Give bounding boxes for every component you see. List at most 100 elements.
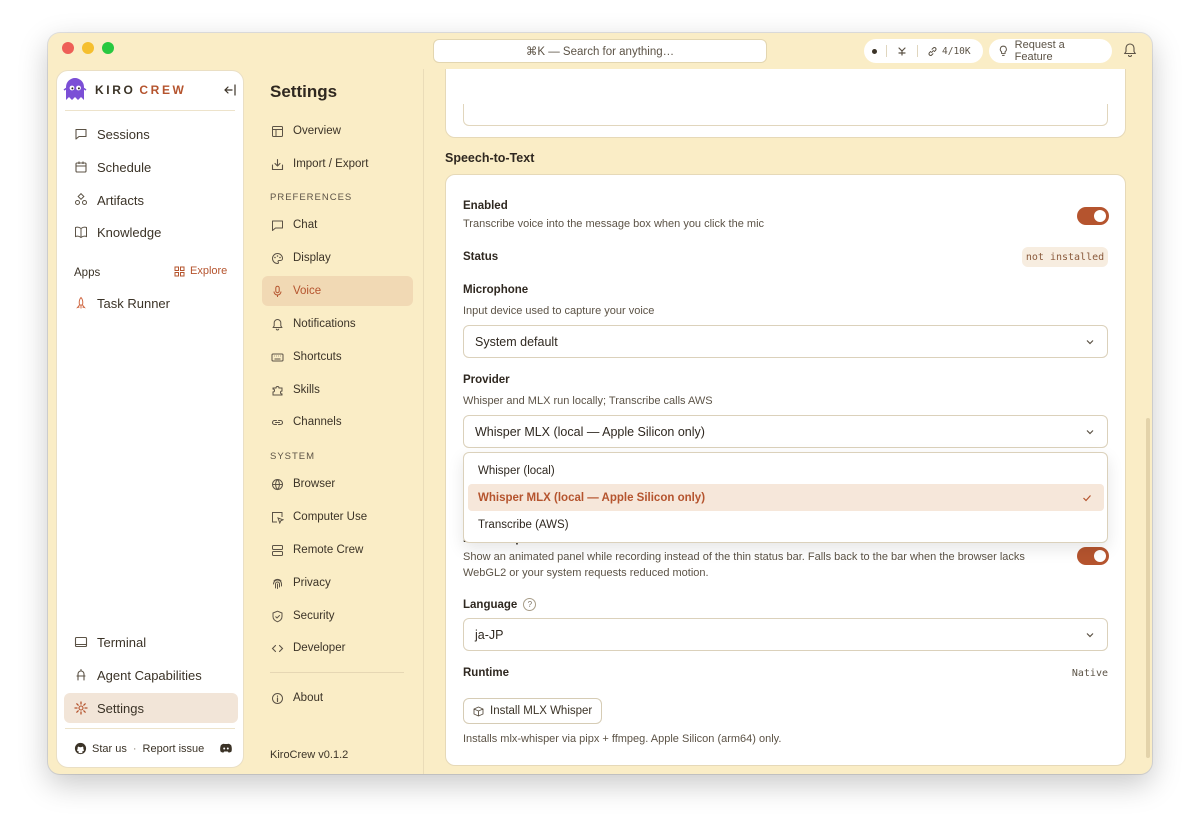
previous-settings-card xyxy=(445,69,1126,138)
cursor-box-icon xyxy=(272,511,284,524)
link-icon xyxy=(271,419,284,425)
language-label: Language? xyxy=(463,598,537,611)
agent-capabilities-icon xyxy=(76,668,86,681)
minimize-window-button[interactable] xyxy=(82,42,94,54)
nav-chat[interactable]: Chat xyxy=(262,210,413,240)
main-scrollbar[interactable] xyxy=(1146,418,1150,758)
kiro-logo-icon xyxy=(63,78,87,100)
nav-skills[interactable]: Skills xyxy=(262,375,413,405)
sidebar-item-sessions[interactable]: Sessions xyxy=(64,119,238,149)
collapse-sidebar-icon[interactable] xyxy=(223,83,237,97)
report-issue-link[interactable]: Report issue xyxy=(143,743,205,755)
settings-title: Settings xyxy=(270,82,338,101)
package-icon xyxy=(473,706,484,716)
nav-display[interactable]: Display xyxy=(262,243,413,273)
install-mlx-whisper-button[interactable]: Install MLX Whisper xyxy=(463,698,602,724)
microphone-select[interactable]: System default xyxy=(463,325,1108,358)
status-pill[interactable]: 4/10K xyxy=(864,39,983,63)
import-icon xyxy=(271,158,284,170)
global-search-input[interactable]: ⌘K — Search for anything… xyxy=(433,39,767,63)
shapes-icon xyxy=(75,193,87,205)
nav-privacy[interactable]: Privacy xyxy=(262,568,413,598)
nav-remote-crew[interactable]: Remote Crew xyxy=(262,535,413,565)
sidebar-item-terminal[interactable]: Terminal xyxy=(64,627,238,657)
language-select[interactable]: ja-JP xyxy=(463,618,1108,651)
calendar-icon xyxy=(75,161,87,173)
brand-name: KIRO CREW xyxy=(95,83,187,97)
chat-bubble-icon xyxy=(272,220,283,231)
discord-icon[interactable] xyxy=(219,741,233,755)
language-value: ja-JP xyxy=(475,627,504,642)
help-icon[interactable]: ? xyxy=(523,598,537,611)
brand: KIRO CREW xyxy=(63,78,186,102)
dictation-panel-toggle[interactable] xyxy=(1077,547,1109,565)
app-version: KiroCrew v0.1.2 xyxy=(270,749,349,761)
nav-notifications[interactable]: Notifications xyxy=(262,309,413,339)
link-icon xyxy=(928,46,937,56)
sidebar-item-knowledge[interactable]: Knowledge xyxy=(64,217,238,247)
globe-icon xyxy=(272,478,283,490)
nav-browser[interactable]: Browser xyxy=(262,469,413,499)
nav-import-export[interactable]: Import / Export xyxy=(262,149,413,179)
provider-option-whisper-mlx[interactable]: Whisper MLX (local — Apple Silicon only) xyxy=(468,484,1104,511)
nav-developer[interactable]: Developer xyxy=(262,633,413,663)
terminal-icon xyxy=(74,636,88,648)
bell-icon[interactable] xyxy=(1122,42,1138,58)
zoom-window-button[interactable] xyxy=(102,42,114,54)
microphone-value: System default xyxy=(475,334,558,349)
runtime-label: Runtime xyxy=(463,667,509,679)
code-icon xyxy=(271,644,284,652)
provider-option-transcribe-aws[interactable]: Transcribe (AWS) xyxy=(468,511,1104,538)
voice-settings-panel: Speech-to-Text Enabled Transcribe voice … xyxy=(424,69,1152,774)
apps-section-label: Apps xyxy=(74,267,101,279)
chevron-down-icon xyxy=(1086,633,1094,638)
sidebar-footer: Star us · Report issue xyxy=(74,742,204,755)
gear-icon xyxy=(74,701,88,715)
token-usage-text: 4/10K xyxy=(942,45,971,57)
install-note: Installs mlx-whisper via pipx + ffmpeg. … xyxy=(463,733,782,745)
previous-field[interactable] xyxy=(463,104,1108,126)
sidebar-item-artifacts[interactable]: Artifacts xyxy=(64,185,238,215)
provider-dropdown-menu: Whisper (local) Whisper MLX (local — App… xyxy=(463,452,1108,543)
provider-label: Provider xyxy=(463,374,510,386)
layout-icon xyxy=(272,125,283,137)
enabled-label: Enabled xyxy=(463,200,508,212)
nav-voice[interactable]: Voice xyxy=(262,276,413,306)
nav-about[interactable]: About xyxy=(262,683,413,713)
chat-bubble-icon xyxy=(75,128,87,140)
sidebar-item-agent-capabilities[interactable]: Agent Capabilities xyxy=(64,660,238,690)
nav-channels[interactable]: Channels xyxy=(262,407,413,437)
sidebar-item-settings[interactable]: Settings xyxy=(64,693,238,723)
dictation-description-line1: Show an animated panel while recording i… xyxy=(463,551,1025,563)
agent-icon xyxy=(898,47,906,56)
close-window-button[interactable] xyxy=(62,42,74,54)
nav-computer-use[interactable]: Computer Use xyxy=(262,502,413,532)
app-sidebar: KIRO CREW Sessions Schedule Artifacts Kno… xyxy=(56,70,244,768)
lightbulb-icon xyxy=(999,45,1007,56)
provider-option-whisper-local[interactable]: Whisper (local) xyxy=(468,457,1104,484)
status-dot-icon xyxy=(872,48,877,54)
nav-security[interactable]: Security xyxy=(262,601,413,631)
app-window: ⌘K — Search for anything… 4/10K Request … xyxy=(48,33,1152,774)
provider-select[interactable]: Whisper MLX (local — Apple Silicon only) xyxy=(463,415,1108,448)
shield-check-icon xyxy=(272,610,283,622)
provider-value: Whisper MLX (local — Apple Silicon only) xyxy=(475,424,705,439)
sidebar-item-schedule[interactable]: Schedule xyxy=(64,152,238,182)
request-feature-label: Request a Feature xyxy=(1014,39,1065,63)
star-us-link[interactable]: Star us xyxy=(92,743,127,755)
chevron-down-icon xyxy=(1086,430,1094,435)
search-placeholder: ⌘K — Search for anything… xyxy=(525,46,675,58)
explore-apps-link[interactable]: Explore xyxy=(174,265,227,277)
puzzle-icon xyxy=(272,385,283,395)
system-section-label: SYSTEM xyxy=(270,451,316,462)
sidebar-item-task-runner[interactable]: Task Runner xyxy=(64,288,238,318)
enabled-description: Transcribe voice into the message box wh… xyxy=(463,218,765,230)
preferences-section-label: PREFERENCES xyxy=(270,192,353,203)
request-feature-button[interactable]: Request a Feature xyxy=(989,39,1112,63)
grid-icon xyxy=(174,266,185,276)
nav-shortcuts[interactable]: Shortcuts xyxy=(262,342,413,372)
enabled-toggle[interactable] xyxy=(1077,207,1109,225)
status-label: Status xyxy=(463,251,499,263)
nav-overview[interactable]: Overview xyxy=(262,116,413,146)
fingerprint-icon xyxy=(273,578,282,589)
